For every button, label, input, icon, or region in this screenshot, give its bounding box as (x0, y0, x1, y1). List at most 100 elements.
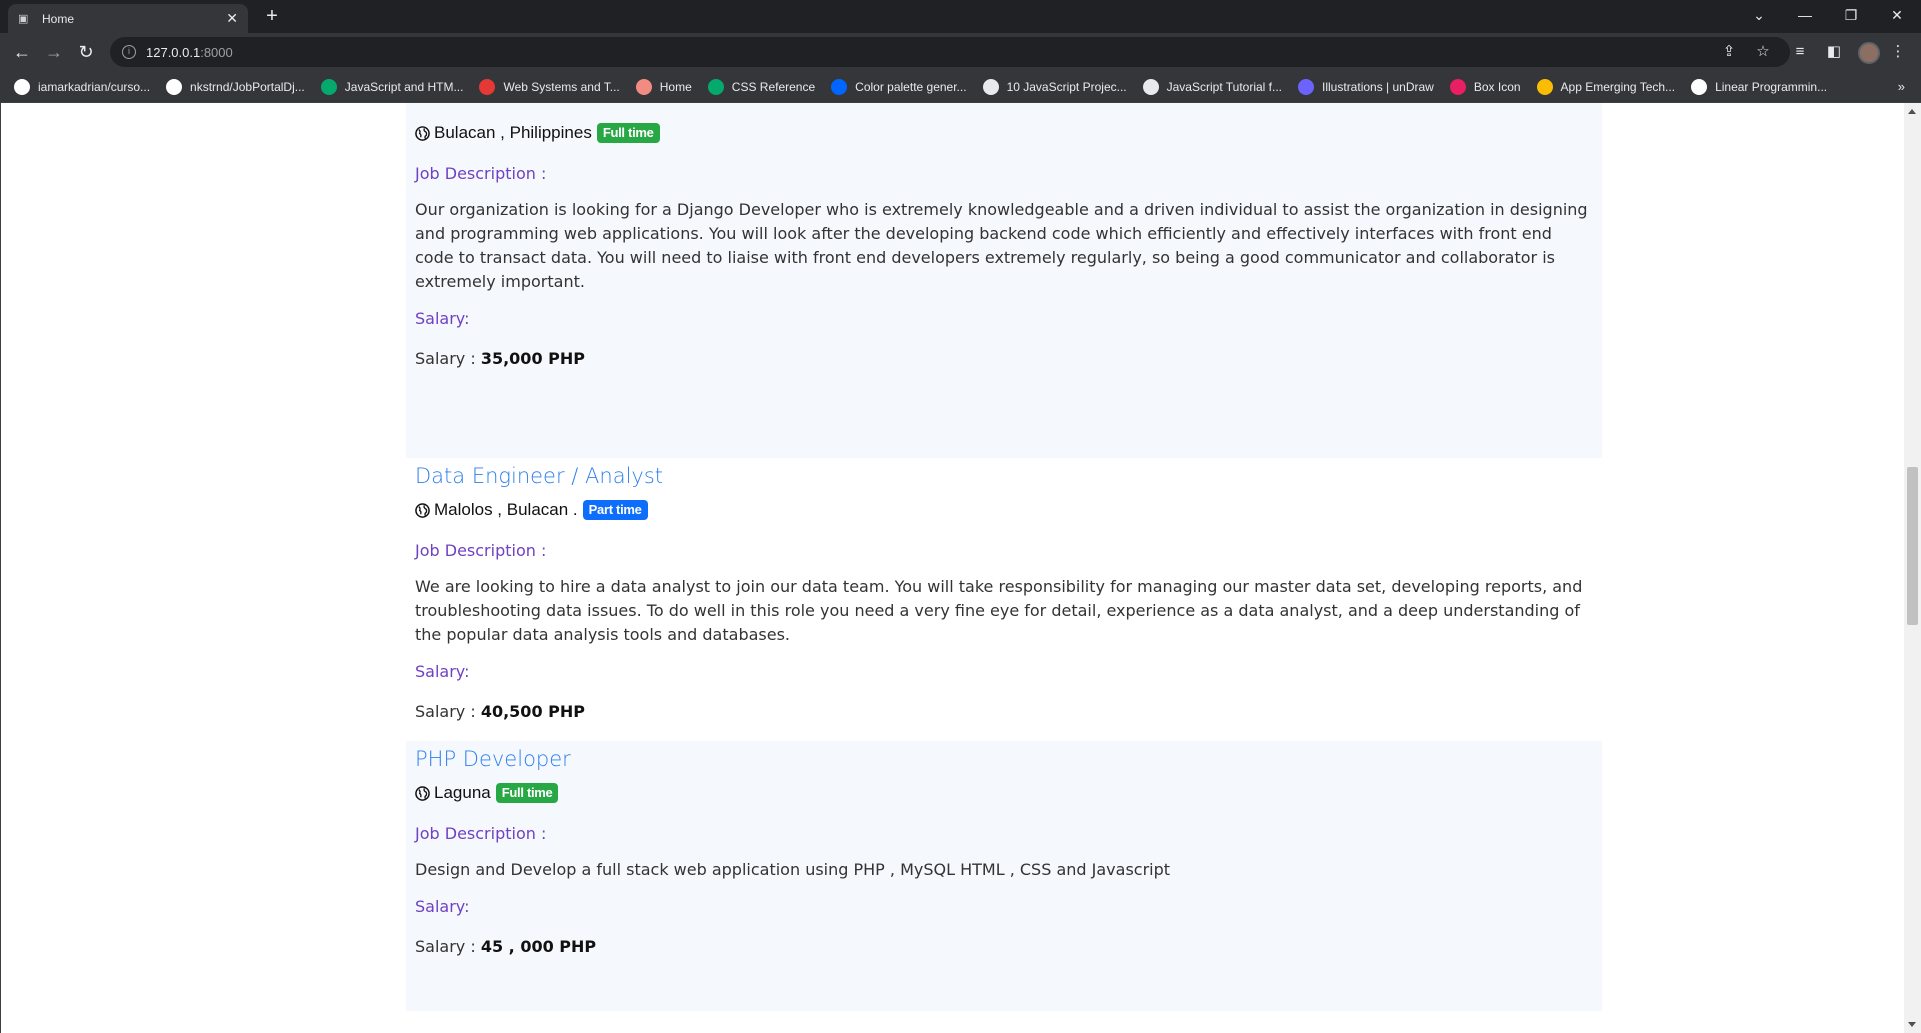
doc-icon (1691, 78, 1708, 95)
scrollbar-thumb[interactable] (1907, 467, 1918, 625)
bookmark-item[interactable]: nkstrnd/JobPortalDj... (166, 78, 305, 95)
menu-kebab-icon[interactable]: ⋮ (1888, 42, 1908, 62)
job-location: Laguna Full time (415, 777, 1593, 809)
share-icon[interactable]: ⇪ (1719, 42, 1739, 62)
salary-line: Salary : 40,500 PHP (415, 697, 1593, 727)
w3schools-icon (320, 78, 337, 95)
address-bar[interactable]: i 127.0.0.1:8000 (110, 37, 1790, 67)
browser-toolbar: ← → ↻ i 127.0.0.1:8000 ⇪ ☆ ≡ ◧ ⋮ (0, 33, 1921, 71)
site-icon (635, 78, 652, 95)
globe-icon (415, 785, 430, 801)
site-info-icon[interactable]: i (122, 45, 136, 59)
side-panel-icon[interactable]: ◧ (1824, 42, 1844, 62)
job-type-badge: Part time (582, 500, 648, 520)
salary-label: Salary: (415, 309, 470, 328)
bookmark-item[interactable]: Web Systems and T... (479, 78, 620, 95)
w3schools-icon (707, 78, 724, 95)
bookmark-label: JavaScript Tutorial f... (1166, 79, 1283, 94)
bookmark-item[interactable]: 10 JavaScript Projec... (982, 78, 1127, 95)
close-window-button[interactable]: ✕ (1874, 0, 1920, 33)
job-list: Bulacan , Philippines Full time Job Descri… (406, 103, 1602, 1011)
forward-icon[interactable]: → (42, 40, 66, 64)
salary-label: Salary: (415, 662, 470, 681)
job-card: Bulacan , Philippines Full time Job Descri… (406, 103, 1602, 458)
salary-prefix: Salary : (415, 349, 476, 368)
job-type-badge: Full time (596, 123, 660, 143)
more-bookmarks-icon[interactable]: » (1898, 79, 1905, 94)
bookmark-label: CSS Reference (731, 79, 816, 94)
salary-value: 45 , 000 PHP (480, 937, 597, 956)
location-text: Laguna (434, 783, 491, 802)
job-description-label: Job Description : (415, 164, 547, 183)
salary-prefix: Salary : (415, 937, 476, 956)
tab-search-icon[interactable]: ⌄ (1736, 0, 1782, 33)
bookmark-item[interactable]: Box Icon (1449, 78, 1521, 95)
salary-line: Salary : 45 , 000 PHP (415, 932, 1593, 962)
bookmark-item[interactable]: Illustrations | unDraw (1298, 78, 1434, 95)
circle-icon (479, 78, 496, 95)
job-type-badge: Full time (495, 783, 559, 803)
close-tab-icon[interactable]: ✕ (226, 10, 238, 27)
reading-list-icon[interactable]: ≡ (1790, 42, 1810, 62)
bookmark-label: Color palette gener... (855, 79, 967, 94)
job-card: PHP Developer Laguna Full time Job Descript… (406, 741, 1602, 1011)
bookmark-star-icon[interactable]: ☆ (1753, 42, 1773, 62)
restore-button[interactable]: ❐ (1828, 0, 1874, 33)
minimize-button[interactable]: — (1782, 0, 1828, 33)
profile-avatar[interactable] (1858, 42, 1880, 64)
page-favicon-icon: ▣ (18, 12, 29, 25)
scroll-down-icon[interactable] (1908, 1022, 1916, 1027)
gear-icon (982, 78, 999, 95)
job-location: Malolos , Bulacan . Part time (415, 494, 1593, 526)
boxicons-icon (1449, 78, 1466, 95)
url-host: 127.0.0.1 (146, 44, 201, 60)
tab-home[interactable]: ▣ Home ✕ (8, 4, 248, 33)
bookmark-item[interactable]: Color palette gener... (831, 78, 967, 95)
drive-icon (1536, 78, 1553, 95)
new-tab-button[interactable]: + (260, 5, 284, 29)
bookmark-item[interactable]: App Emerging Tech... (1536, 78, 1676, 95)
tab-title: Home (42, 11, 75, 26)
undraw-icon (1298, 78, 1315, 95)
bookmark-item[interactable]: CSS Reference (707, 78, 816, 95)
salary-value: 40,500 PHP (480, 702, 585, 721)
salary-line: Salary : 35,000 PHP (415, 344, 1593, 374)
location-text: Malolos , Bulacan . (434, 500, 578, 519)
globe-icon (415, 125, 430, 141)
salary-value: 35,000 PHP (480, 349, 585, 368)
bookmark-label: Web Systems and T... (503, 79, 620, 94)
url-port: :8000 (200, 44, 233, 60)
job-location: Bulacan , Philippines Full time (415, 117, 1593, 149)
job-title-link[interactable] (415, 103, 1593, 117)
bookmark-label: Box Icon (1473, 79, 1521, 94)
bookmark-item[interactable]: JavaScript and HTM... (320, 78, 464, 95)
bookmark-item[interactable]: iamarkadrian/curso... (14, 78, 150, 95)
globe-icon (415, 502, 430, 518)
bookmark-item[interactable]: Home (635, 78, 692, 95)
gear-icon (1142, 78, 1159, 95)
location-text: Bulacan , Philippines (434, 123, 592, 142)
bookmark-item[interactable]: Linear Programmin... (1691, 78, 1828, 95)
job-card: Data Engineer / Analyst Malolos , Bulacan… (406, 458, 1602, 741)
github-icon (14, 78, 30, 95)
page-scrollbar[interactable] (1904, 103, 1921, 1033)
bookmark-label: Linear Programmin... (1715, 79, 1828, 94)
job-description-text: We are looking to hire a data analyst to… (415, 577, 1583, 644)
bookmark-label: JavaScript and HTM... (344, 79, 464, 94)
scroll-up-icon[interactable] (1908, 109, 1916, 114)
job-description-label: Job Description : (415, 824, 547, 843)
job-title-link[interactable]: Data Engineer / Analyst (415, 458, 1593, 494)
back-icon[interactable]: ← (10, 40, 34, 64)
tab-strip: ▣ Home ✕ + ⌄ — ❐ ✕ (0, 0, 1921, 33)
bookmark-item[interactable]: JavaScript Tutorial f... (1142, 78, 1283, 95)
bookmarks-bar: iamarkadrian/curso... nkstrnd/JobPortalDj… (0, 71, 1921, 103)
salary-prefix: Salary : (415, 702, 476, 721)
job-title-link[interactable]: PHP Developer (415, 741, 1593, 777)
job-description-text: Design and Develop a full stack web appl… (415, 860, 1171, 879)
url-text: 127.0.0.1:8000 (146, 45, 233, 60)
bookmark-label: App Emerging Tech... (1560, 79, 1676, 94)
reload-icon[interactable]: ↻ (74, 40, 98, 64)
github-icon (166, 78, 183, 95)
bookmark-label: Home (659, 79, 692, 94)
job-description-label: Job Description : (415, 541, 547, 560)
